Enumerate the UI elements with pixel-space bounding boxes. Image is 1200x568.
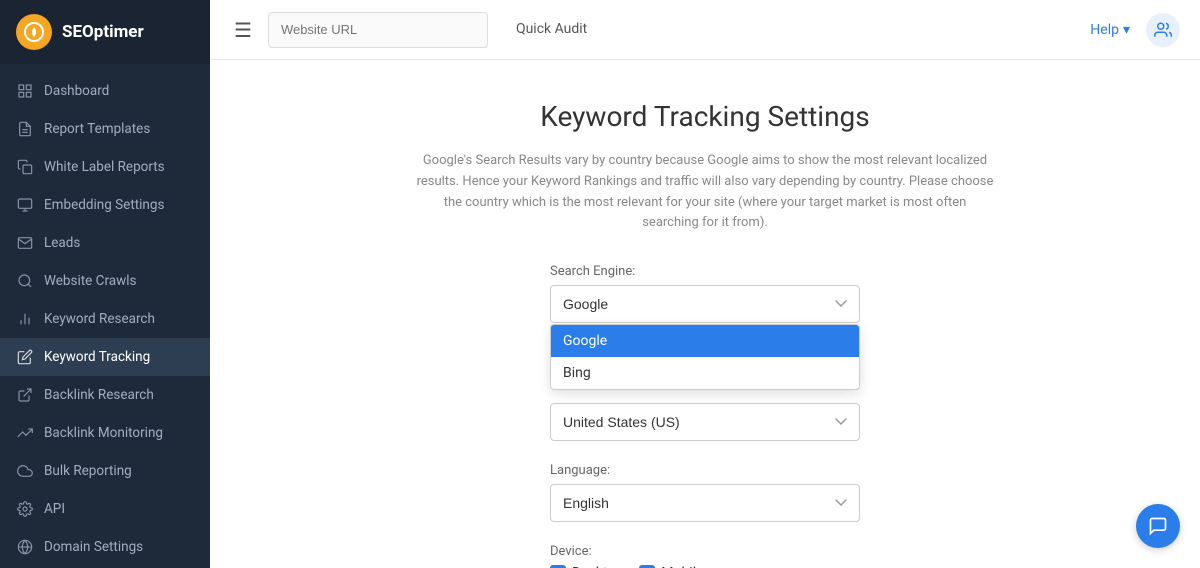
sidebar-item-website-crawls-label: Website Crawls: [44, 273, 137, 289]
sidebar-logo: SEOptimer: [0, 0, 210, 64]
sidebar-item-keyword-tracking-label: Keyword Tracking: [44, 349, 150, 365]
sidebar-item-report-templates-label: Report Templates: [44, 121, 150, 137]
sidebar-item-website-crawls[interactable]: Website Crawls: [0, 262, 210, 300]
file-text-icon: [16, 120, 34, 138]
dropdown-option-google[interactable]: Google: [551, 325, 859, 357]
bar-chart-icon: [16, 310, 34, 328]
sidebar-item-dashboard-label: Dashboard: [44, 83, 109, 99]
sidebar-item-bulk-reporting-label: Bulk Reporting: [44, 463, 132, 479]
sidebar-item-keyword-research-label: Keyword Research: [44, 311, 155, 327]
trending-up-icon: [16, 424, 34, 442]
logo-icon: [16, 14, 52, 50]
cloud-icon: [16, 462, 34, 480]
page-title: Keyword Tracking Settings: [540, 100, 869, 133]
device-section: Device: ✓ Desktop ✓ Mobile: [550, 544, 860, 568]
sidebar-item-backlink-monitoring[interactable]: Backlink Monitoring: [0, 414, 210, 452]
sidebar-navigation: Dashboard Report Templates White Label R…: [0, 64, 210, 568]
grid-icon: [16, 82, 34, 100]
website-url-input[interactable]: [268, 12, 488, 48]
sidebar-item-api-label: API: [44, 501, 65, 517]
copy-icon: [16, 158, 34, 176]
page-description: Google's Search Results vary by country …: [415, 151, 995, 234]
country-section: United States (US): [550, 403, 860, 441]
users-icon-button[interactable]: [1146, 13, 1180, 47]
sidebar-item-embedding-label: Embedding Settings: [44, 197, 164, 213]
sidebar-item-domain-settings-label: Domain Settings: [44, 539, 143, 555]
sidebar-item-keyword-research[interactable]: Keyword Research: [0, 300, 210, 338]
help-label: Help: [1090, 22, 1119, 38]
sidebar: SEOptimer Dashboard Report Templates Whi…: [0, 0, 210, 568]
search-engine-label: Search Engine:: [550, 264, 860, 279]
mail-icon: [16, 234, 34, 252]
external-link-icon: [16, 386, 34, 404]
search-engine-select[interactable]: Google Bing: [550, 285, 860, 323]
sidebar-item-white-label-label: White Label Reports: [44, 159, 165, 175]
help-button[interactable]: Help ▾: [1090, 22, 1130, 38]
edit-icon: [16, 348, 34, 366]
logo-text: SEOptimer: [62, 22, 144, 42]
sidebar-item-domain-settings[interactable]: Domain Settings: [0, 528, 210, 566]
topbar: ☰ Quick Audit Help ▾: [210, 0, 1200, 60]
sidebar-item-backlink-research-label: Backlink Research: [44, 387, 154, 403]
dropdown-option-bing[interactable]: Bing: [551, 357, 859, 389]
sidebar-item-backlink-research[interactable]: Backlink Research: [0, 376, 210, 414]
sidebar-item-report-templates[interactable]: Report Templates: [0, 110, 210, 148]
chat-bubble-button[interactable]: [1136, 504, 1180, 548]
search-icon: [16, 272, 34, 290]
search-engine-dropdown[interactable]: Google Bing: [550, 324, 860, 390]
sidebar-item-backlink-monitoring-label: Backlink Monitoring: [44, 425, 163, 441]
sidebar-item-embedding[interactable]: Embedding Settings: [0, 186, 210, 224]
topbar-right: Help ▾: [1090, 13, 1180, 47]
sidebar-item-white-label[interactable]: White Label Reports: [0, 148, 210, 186]
device-label: Device:: [550, 544, 860, 559]
main-area: ☰ Quick Audit Help ▾ Keyword Tracking Se…: [210, 0, 1200, 568]
search-engine-section: Search Engine: Google Bing Google Bing U…: [550, 264, 860, 441]
language-label: Language:: [550, 463, 860, 478]
sidebar-item-leads[interactable]: Leads: [0, 224, 210, 262]
language-select[interactable]: English: [550, 484, 860, 522]
content-area: Keyword Tracking Settings Google's Searc…: [210, 60, 1200, 568]
help-chevron-icon: ▾: [1123, 22, 1130, 38]
sidebar-item-dashboard[interactable]: Dashboard: [0, 72, 210, 110]
country-select[interactable]: United States (US): [550, 403, 860, 441]
menu-toggle-button[interactable]: ☰: [230, 14, 256, 46]
settings-icon: [16, 500, 34, 518]
globe-icon: [16, 538, 34, 556]
sidebar-item-api[interactable]: API: [0, 490, 210, 528]
language-section: Language: English: [550, 463, 860, 522]
sidebar-item-bulk-reporting[interactable]: Bulk Reporting: [0, 452, 210, 490]
monitor-icon: [16, 196, 34, 214]
sidebar-item-keyword-tracking[interactable]: Keyword Tracking: [0, 338, 210, 376]
sidebar-item-leads-label: Leads: [44, 235, 80, 251]
quick-audit-tab[interactable]: Quick Audit: [500, 13, 603, 47]
